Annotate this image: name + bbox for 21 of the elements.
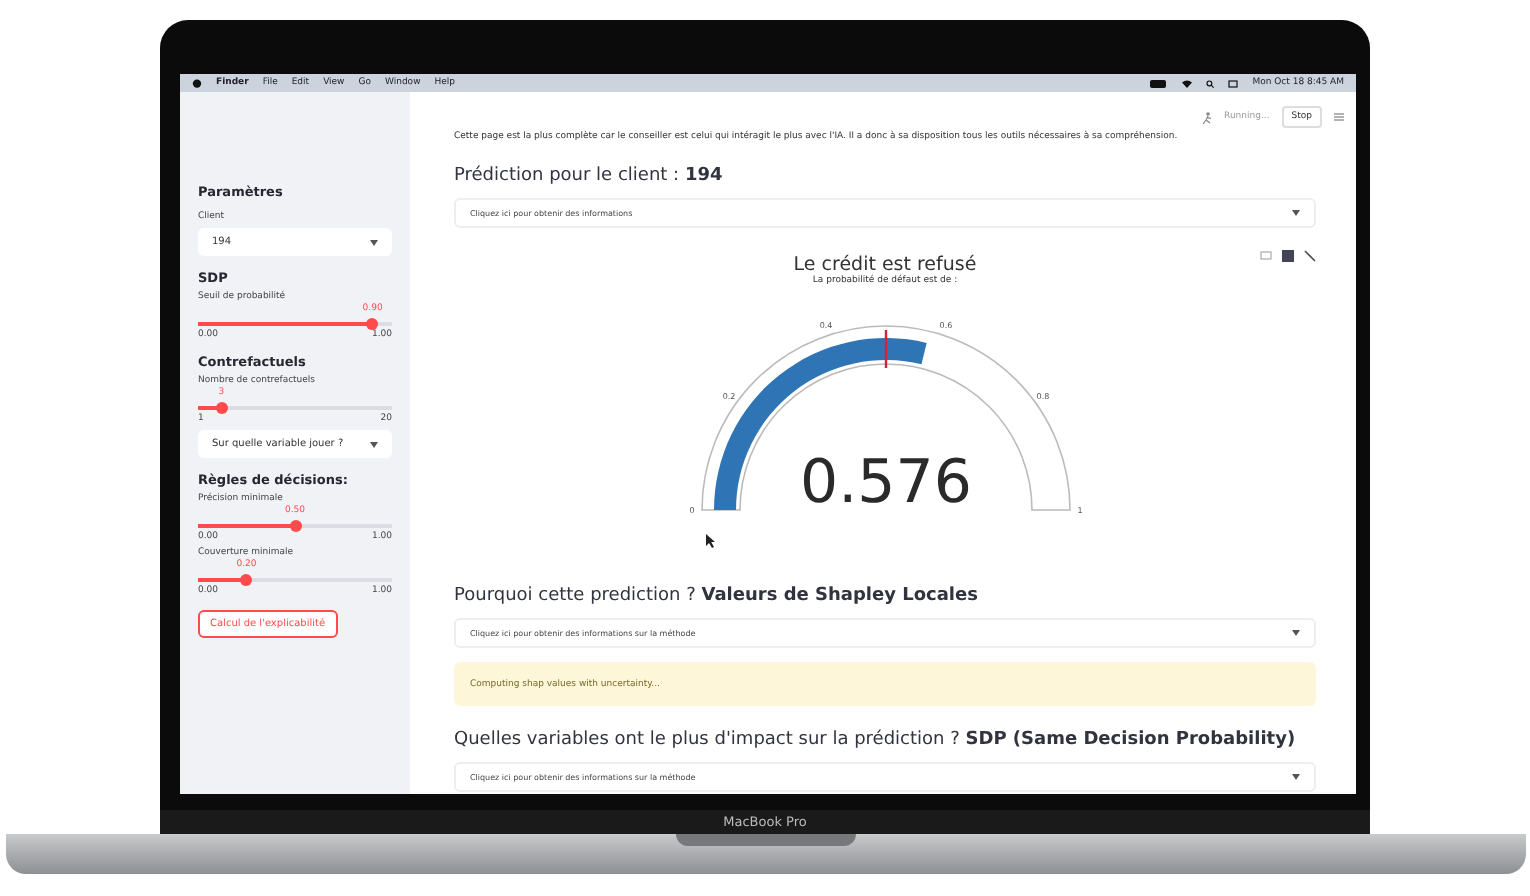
section-heading: Prédiction pour le client : 194 <box>454 164 725 190</box>
gauge-title: Le crédit est refusé <box>793 254 977 276</box>
chevron-down-icon <box>1292 774 1300 780</box>
wifi-icon[interactable] <box>1182 79 1193 87</box>
slider-thumb[interactable] <box>240 574 253 586</box>
chevron-down-icon <box>370 239 378 245</box>
mouse-cursor-icon <box>706 534 716 548</box>
slider-thumb[interactable] <box>366 318 379 330</box>
slider-thumb[interactable] <box>215 402 228 414</box>
running-figure-icon <box>1202 111 1213 123</box>
section-heading: Quelles variables ont le plus d'impact sur la prédiction ? SDP (Same Decision Probability) <box>454 728 1298 754</box>
chevron-down-icon <box>1292 210 1300 216</box>
display-icon[interactable] <box>1228 79 1239 87</box>
gauge-value: 0.576 <box>799 448 971 518</box>
section-heading: Pourquoi cette prediction ? Valeurs de Shapley Locales <box>454 584 980 610</box>
search-icon[interactable] <box>1206 79 1215 87</box>
menu-icon[interactable] <box>1334 112 1344 122</box>
chevron-down-icon <box>1292 630 1300 636</box>
chevron-down-icon <box>370 441 378 447</box>
battery-icon[interactable] <box>1150 79 1169 87</box>
slider-thumb[interactable] <box>289 520 301 532</box>
